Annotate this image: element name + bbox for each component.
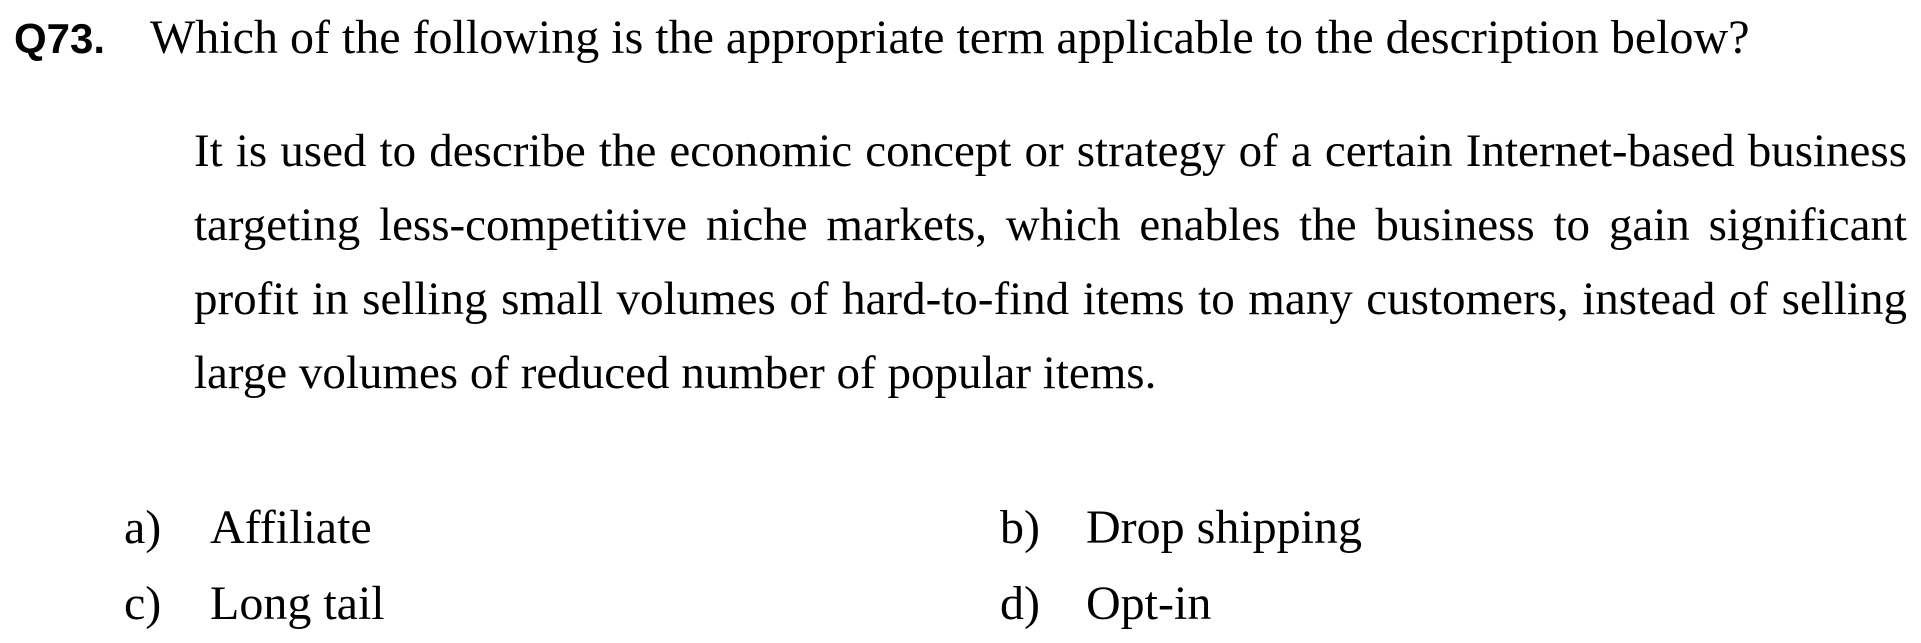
choice-letter: c) bbox=[124, 577, 162, 630]
question-text: Which of the following is the appropriat… bbox=[150, 11, 1750, 64]
choice-label: Affiliate bbox=[210, 501, 372, 554]
question-number: Q73. bbox=[14, 15, 106, 62]
description-text: It is used to describe the economic conc… bbox=[194, 125, 1907, 399]
choice-c[interactable]: c) Long tail bbox=[124, 566, 1000, 642]
choice-letter: d) bbox=[1000, 577, 1040, 630]
choice-label: Drop shipping bbox=[1086, 501, 1362, 554]
choice-letter: b) bbox=[1000, 501, 1040, 554]
question-header: Q73. Which of the following is the approp… bbox=[14, 8, 1750, 79]
choice-d[interactable]: d) Opt-in bbox=[1000, 566, 1624, 642]
choice-a[interactable]: a) Affiliate bbox=[124, 490, 1000, 566]
choice-letter: a) bbox=[124, 501, 162, 554]
choice-b[interactable]: b) Drop shipping bbox=[1000, 490, 1624, 566]
choice-label: Opt-in bbox=[1086, 577, 1212, 630]
choice-label: Long tail bbox=[210, 577, 385, 630]
answer-choices: a) Affiliate b) Drop shipping c) Long ta… bbox=[124, 490, 1624, 642]
